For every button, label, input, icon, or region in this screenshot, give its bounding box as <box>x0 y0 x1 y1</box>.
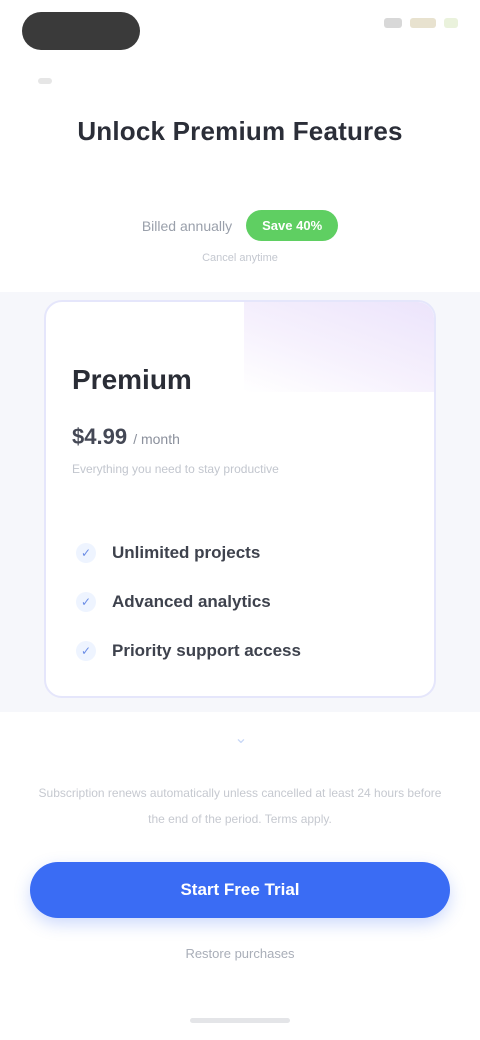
feature-item: ✓ Advanced analytics <box>76 577 404 626</box>
page-title: Unlock Premium Features <box>77 116 403 146</box>
feature-text: Unlimited projects <box>112 542 261 562</box>
status-icons <box>384 18 458 28</box>
status-indicator-dot <box>38 78 52 84</box>
start-trial-button[interactable]: Start Free Trial <box>30 862 450 918</box>
feature-text: Advanced analytics <box>112 591 271 611</box>
plan-price: $4.99 / month <box>72 424 180 450</box>
feature-item: ✓ Priority support access <box>76 626 404 675</box>
status-time-pill <box>22 12 140 50</box>
legal-fine-print: Subscription renews automatically unless… <box>38 786 442 826</box>
check-icon: ✓ <box>76 542 96 563</box>
plan-card[interactable]: Premium $4.99 / month Everything you nee… <box>44 300 436 698</box>
plan-description: Everything you need to stay productive <box>72 462 279 476</box>
feature-list: ✓ Unlimited projects ✓ Advanced analytic… <box>76 528 404 675</box>
savings-badge[interactable]: Save 40% <box>246 210 339 241</box>
wifi-icon <box>410 18 436 28</box>
plan-price-period: / month <box>133 431 180 447</box>
feature-item: ✓ Unlimited projects <box>76 528 404 577</box>
billing-subtext: Cancel anytime <box>202 252 278 264</box>
chevron-down-icon[interactable]: ⌄ <box>232 728 250 747</box>
signal-icon <box>384 18 402 28</box>
home-indicator[interactable] <box>190 1018 290 1023</box>
plan-price-amount: $4.99 <box>72 424 128 449</box>
restore-purchases-link[interactable]: Restore purchases <box>0 946 480 961</box>
feature-text: Priority support access <box>112 640 301 660</box>
battery-icon <box>444 18 458 28</box>
check-icon: ✓ <box>76 591 96 612</box>
check-icon: ✓ <box>76 640 96 661</box>
plan-name: Premium <box>72 364 192 395</box>
plan-card-highlight <box>244 302 434 392</box>
billing-toggle[interactable]: Billed annually Save 40% <box>0 210 480 241</box>
billing-toggle-label: Billed annually <box>141 217 233 234</box>
